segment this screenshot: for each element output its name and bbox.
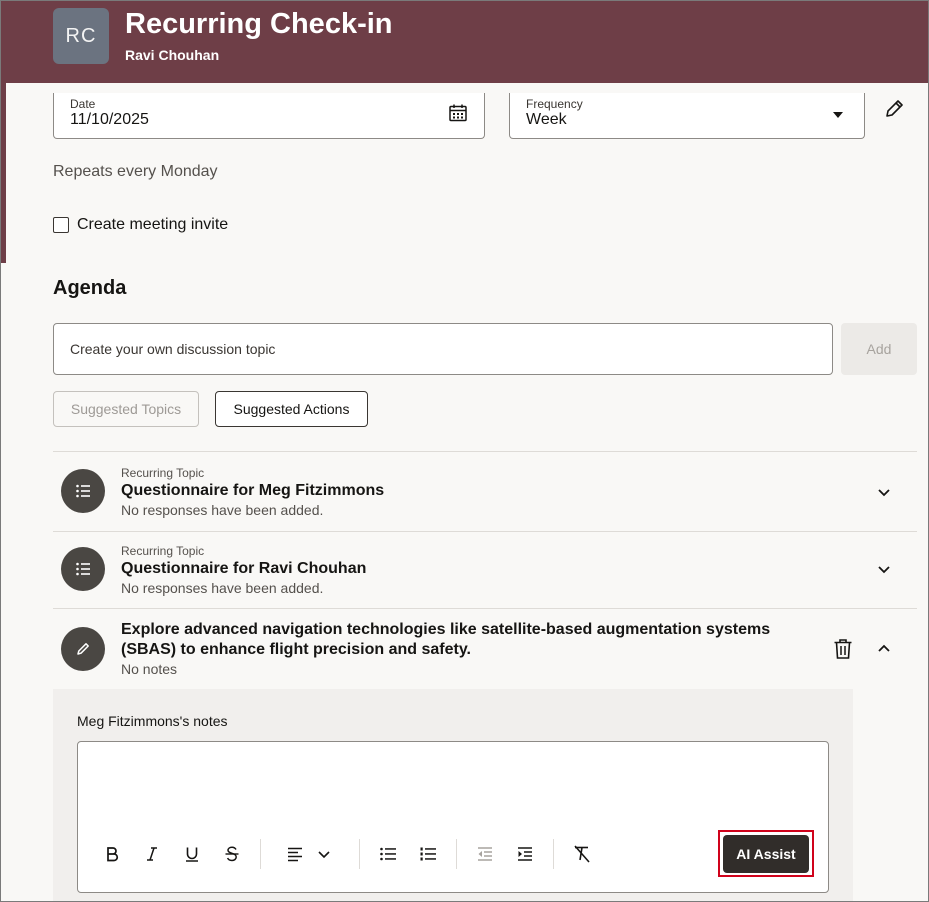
agenda-item-kicker: Recurring Topic	[121, 466, 205, 480]
trash-icon[interactable]	[833, 638, 853, 665]
page-title: Recurring Check-in	[125, 8, 393, 40]
app-frame: RC Recurring Check-in Ravi Chouhan Date …	[0, 0, 929, 902]
toolbar-separator	[359, 839, 360, 869]
avatar-initials: RC	[65, 24, 97, 47]
suggested-topics-button[interactable]: Suggested Topics	[53, 391, 199, 427]
date-field[interactable]: Date 11/10/2025	[53, 93, 485, 139]
agenda-item-title: Questionnaire for Meg Fitzimmons	[121, 482, 385, 499]
italic-icon[interactable]	[141, 843, 163, 865]
date-label: Date	[70, 97, 96, 111]
toolbar-separator	[260, 839, 261, 869]
caret-down-icon	[832, 107, 844, 125]
pencil-icon	[61, 627, 105, 671]
agenda-item-kicker: Recurring Topic	[121, 544, 205, 558]
divider	[53, 531, 917, 532]
frequency-label: Frequency	[526, 97, 583, 111]
agenda-item-title: Questionnaire for Ravi Chouhan	[121, 560, 367, 577]
agenda-item-subtitle: No notes	[121, 661, 178, 677]
calendar-icon[interactable]	[448, 103, 468, 128]
page-subtitle: Ravi Chouhan	[125, 47, 220, 63]
indent-icon[interactable]	[514, 843, 536, 865]
agenda-item-subtitle: No responses have been added.	[121, 580, 324, 596]
suggested-actions-button[interactable]: Suggested Actions	[215, 391, 368, 427]
list-icon	[61, 547, 105, 591]
repeats-text: Repeats every Monday	[53, 163, 218, 180]
toolbar-separator	[456, 839, 457, 869]
frequency-select[interactable]: Frequency Week	[509, 93, 865, 139]
agenda-item-subtitle: No responses have been added.	[121, 502, 324, 518]
meeting-invite-checkbox[interactable]	[53, 217, 69, 233]
notes-editor[interactable]	[77, 741, 829, 893]
underline-icon[interactable]	[181, 843, 203, 865]
outdent-icon[interactable]	[474, 843, 496, 865]
meeting-invite-label[interactable]: Create meeting invite	[77, 216, 228, 234]
clear-formatting-icon[interactable]	[571, 843, 593, 865]
chevron-down-icon[interactable]	[875, 560, 893, 578]
agenda-item-title: Explore advanced navigation technologies…	[121, 621, 771, 638]
divider	[53, 608, 917, 609]
agenda-item-title-continued: (SBAS) to enhance flight precision and s…	[121, 641, 471, 658]
divider	[53, 451, 917, 452]
chevron-down-icon[interactable]	[313, 843, 335, 865]
add-button[interactable]: Add	[841, 323, 917, 375]
align-left-icon[interactable]	[284, 843, 306, 865]
avatar: RC	[53, 8, 109, 64]
date-value: 11/10/2025	[70, 111, 149, 128]
toolbar-separator	[553, 839, 554, 869]
chevron-up-icon[interactable]	[875, 640, 893, 658]
notes-label: Meg Fitzimmons's notes	[77, 713, 228, 729]
list-icon	[61, 469, 105, 513]
edit-pencil-icon[interactable]	[883, 98, 905, 125]
strikethrough-icon[interactable]	[221, 843, 243, 865]
ai-assist-highlight	[718, 830, 814, 877]
bulleted-list-icon[interactable]	[377, 843, 399, 865]
frequency-value: Week	[526, 111, 567, 128]
topic-input-placeholder: Create your own discussion topic	[70, 341, 276, 357]
numbered-list-icon[interactable]	[417, 843, 439, 865]
agenda-heading: Agenda	[53, 277, 127, 299]
bold-icon[interactable]	[101, 843, 123, 865]
chevron-down-icon[interactable]	[875, 483, 893, 501]
topic-input[interactable]: Create your own discussion topic	[53, 323, 833, 375]
